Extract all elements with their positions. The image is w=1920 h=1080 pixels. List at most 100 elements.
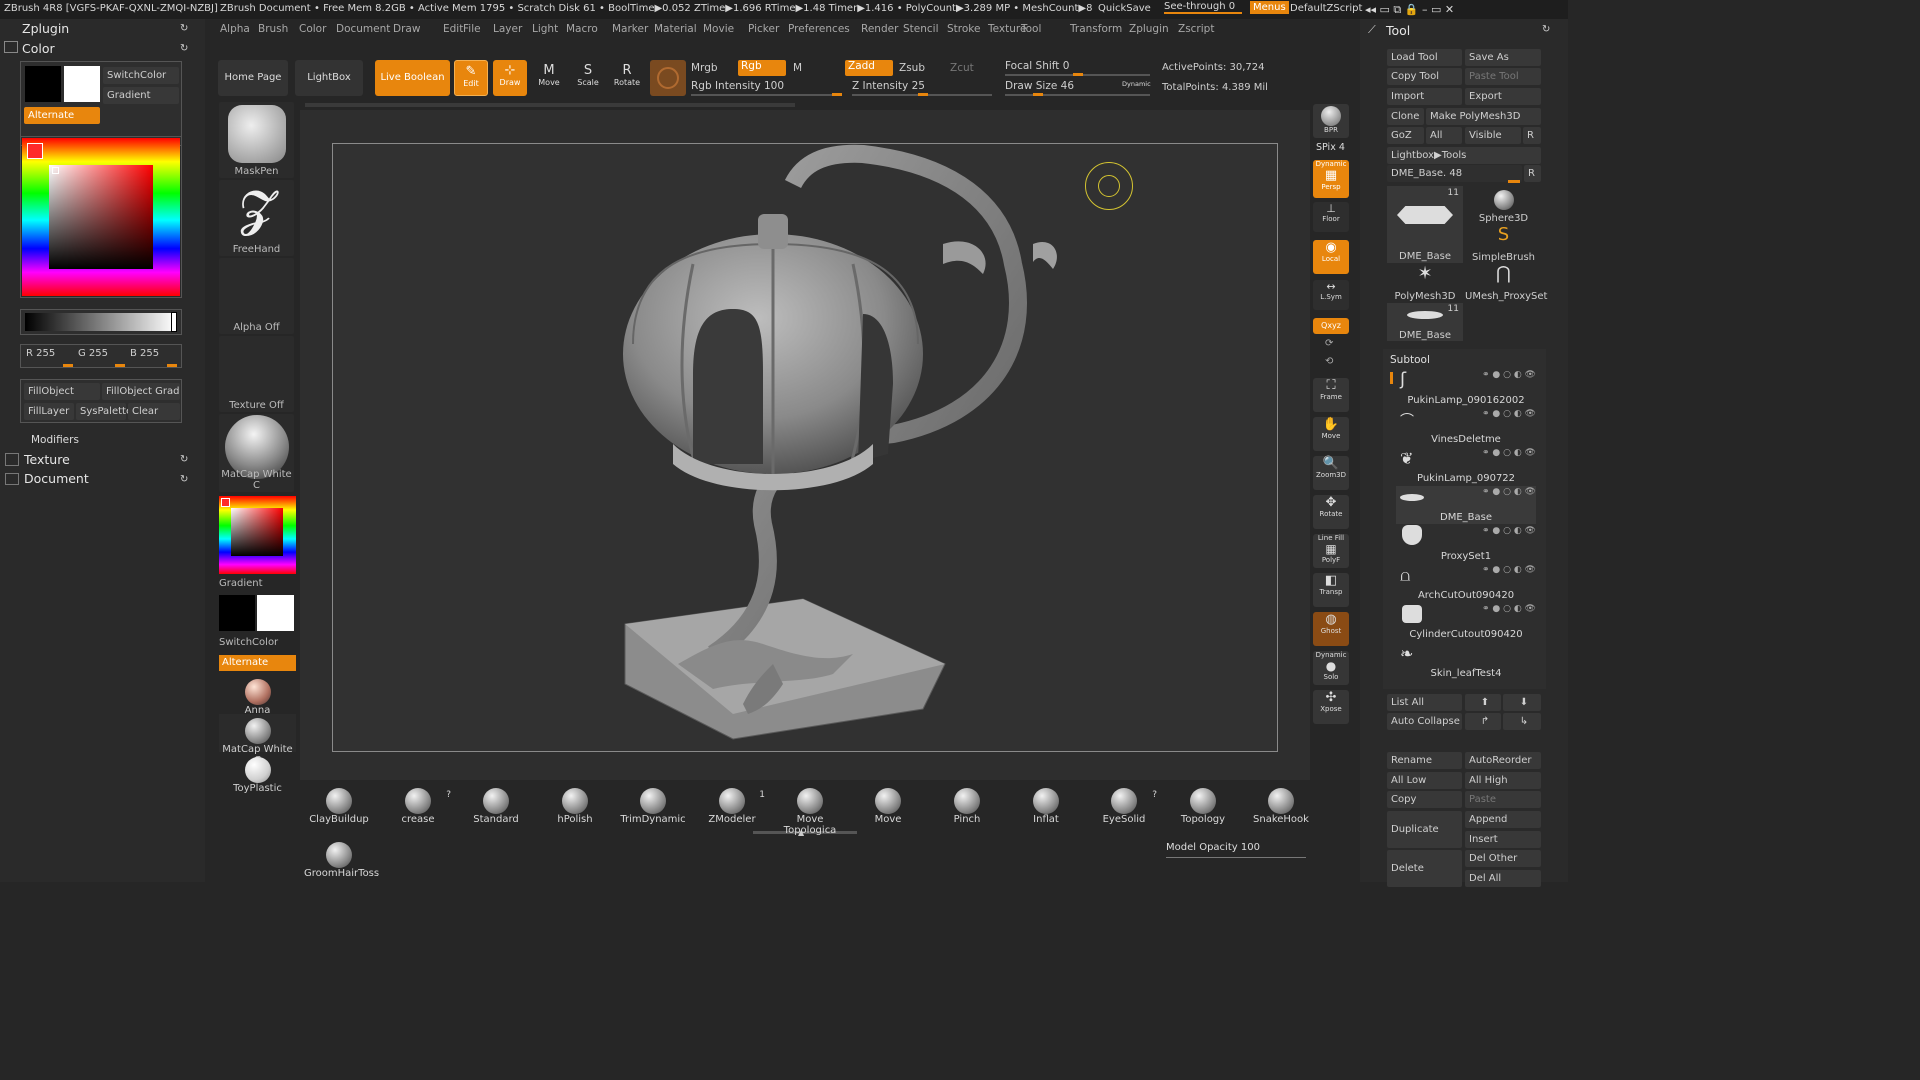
fillobject-button[interactable]: FillObject [24,383,100,400]
menu-material[interactable]: Material [654,23,697,35]
persp-button[interactable]: Dynamic ▦ Persp [1313,160,1349,198]
value-slider[interactable] [20,309,182,335]
move-down-icon[interactable]: ↳ [1503,713,1541,730]
del-all-button[interactable]: Del All [1465,870,1541,887]
arrow-down-icon[interactable]: ⬇ [1503,694,1541,711]
m-button[interactable]: M [793,62,802,74]
move-view-button[interactable]: ✋ Move [1313,417,1349,451]
dynamic-toggle[interactable]: Dynamic [1122,80,1151,88]
copy-button[interactable]: Copy [1387,791,1462,808]
menu-zscript[interactable]: Zscript [1178,23,1214,35]
window-controls-icon[interactable]: ◂◂ ▭ ⧉ 🔒 – ▭ ✕ [1365,3,1454,17]
local-button[interactable]: ◉ Local [1313,240,1349,274]
model-opacity-slider[interactable]: Model Opacity 100 [1166,842,1260,853]
tool-pin-icon[interactable]: ⟋ [1368,23,1376,37]
tool-thumb-polymesh3d[interactable]: ✶ PolyMesh3D [1387,264,1463,303]
maskpen-slot[interactable]: MaskPen [219,102,294,178]
subtool-header[interactable]: Subtool [1390,354,1430,366]
tool-thumb-dmebase-2[interactable]: 11 DME_Base [1387,303,1463,341]
brush-eyesolid[interactable]: EyeSolid? [1089,784,1159,830]
brush-pinch[interactable]: Pinch [932,784,1002,830]
alpha-slot[interactable]: Alpha Off [219,258,294,334]
brush-zmodeler[interactable]: ZModeler 1 [697,784,767,830]
pumpkin-lamp-model[interactable] [333,144,1279,753]
polyf-button[interactable]: Line Fill ▦ PolyF [1313,534,1349,568]
menu-color[interactable]: Color [299,23,326,35]
mrgb-button[interactable]: Mrgb [691,62,718,74]
zplugin-header[interactable]: Zplugin [22,21,69,36]
menu-edit[interactable]: Edit [443,23,463,35]
menu-movie[interactable]: Movie [703,23,734,35]
menu-tool[interactable]: Tool [1021,23,1041,35]
ghost-button[interactable]: ◍ Ghost [1313,612,1349,646]
r-button[interactable]: R [1523,127,1541,144]
lightbox-tools-button[interactable]: Lightbox▶Tools [1387,147,1541,164]
blue-value[interactable]: B 255 [130,348,159,359]
autoreorder-button[interactable]: AutoReorder [1465,752,1541,769]
tool-thumb-sphere3d[interactable]: Sphere3D [1465,186,1542,224]
all-low-button[interactable]: All Low [1387,772,1462,789]
copy-tool-button[interactable]: Copy Tool [1387,68,1462,85]
xyz-button[interactable]: Qxyz [1313,318,1349,334]
menu-stencil[interactable]: Stencil [903,23,939,35]
rgb-intensity-slider[interactable]: Rgb Intensity 100 [691,80,784,92]
liveboolean-button[interactable]: Live Boolean [375,60,450,96]
seethrough-slider[interactable]: See-through 0 [1164,1,1242,14]
brush-trimdynamic[interactable]: TrimDynamic [618,784,688,830]
rename-button[interactable]: Rename [1387,752,1462,769]
refresh-icon[interactable]: ↻ [180,454,188,465]
document-header[interactable]: Document [24,471,89,486]
color-cursor[interactable] [52,167,59,174]
menu-document[interactable]: Document [336,23,390,35]
homepage-button[interactable]: Home Page [218,60,288,96]
brush-move[interactable]: Move [853,784,923,830]
lsym-button[interactable]: ↔ L.Sym [1313,280,1349,310]
current-tool-slider[interactable]: DME_Base. 48 [1387,165,1522,182]
tool-header[interactable]: Tool [1386,23,1410,38]
refresh-icon[interactable]: ↻ [180,474,188,485]
tool-thumb-simplebrush[interactable]: S SimpleBrush [1465,225,1542,264]
xpose-button[interactable]: ✣ Xpose [1313,690,1349,724]
load-tool-button[interactable]: Load Tool [1387,49,1462,66]
subtool-item[interactable]: ⌒ ⚭ ● ○ ◐ 👁 VinesDeletme [1396,408,1536,446]
subtool-item[interactable]: ❦ ⚭ ● ○ ◐ 👁 PukinLamp_090722 [1396,447,1536,485]
paste-tool-button[interactable]: Paste Tool [1465,68,1541,85]
switchcolor-label[interactable]: SwitchColor [219,637,296,648]
menu-transform[interactable]: Transform [1070,23,1122,35]
menu-macro[interactable]: Macro [566,23,598,35]
rotate-axis-icon[interactable]: ⟳ [1325,338,1333,349]
solo-button[interactable]: Dynamic ● Solo [1313,651,1349,685]
paste-button[interactable]: Paste [1465,791,1541,808]
menu-brush[interactable]: Brush [258,23,288,35]
tool-thumb-dmebase[interactable]: 11 DME_Base [1387,186,1463,263]
arrow-up-icon[interactable]: ⬆ [1465,694,1501,711]
save-as-button[interactable]: Save As [1465,49,1541,66]
secondary-black-swatch[interactable] [219,595,255,631]
menus-button[interactable]: Menus [1250,1,1289,14]
color-picker[interactable] [20,136,182,298]
insert-button[interactable]: Insert [1465,831,1541,848]
primary-swatch[interactable] [25,66,61,102]
material-swatch[interactable] [650,60,686,96]
texture-slot[interactable]: Texture Off [219,336,294,412]
delete-button[interactable]: Delete [1387,850,1462,887]
menu-picker[interactable]: Picker [748,23,779,35]
import-button[interactable]: Import [1387,88,1462,105]
quicksave-button[interactable]: QuickSave [1098,3,1151,14]
gradient-picker[interactable] [219,496,296,574]
menu-stroke[interactable]: Stroke [947,23,980,35]
filllayer-button[interactable]: FillLayer [24,403,74,420]
brush-snakehook[interactable]: SnakeHook [1246,784,1316,830]
duplicate-button[interactable]: Duplicate [1387,811,1462,848]
subtool-item[interactable]: ❧ Skin_leafTest4 [1396,642,1536,680]
brush-topology[interactable]: Topology [1168,784,1238,830]
subtool-item[interactable]: ⩍ ⚭ ● ○ ◐ 👁 ArchCutOut090420 [1396,564,1536,602]
subtool-item[interactable]: ⚭ ● ○ ◐ 👁 CylinderCutout090420 [1396,603,1536,641]
clone-button[interactable]: Clone [1387,108,1424,125]
subtool-item[interactable]: ⚭ ● ○ ◐ 👁 ProxySet1 [1396,525,1536,563]
draw-button[interactable]: ⊹ Draw [493,60,527,96]
zsub-button[interactable]: Zsub [899,62,925,74]
subtool-item-active[interactable]: ⚭ ● ○ ◐ 👁 DME_Base [1396,486,1536,524]
stroke-slot[interactable]: 𝓩 FreeHand [219,180,294,256]
brush-groomhairtoss[interactable]: GroomHairToss [304,838,379,884]
